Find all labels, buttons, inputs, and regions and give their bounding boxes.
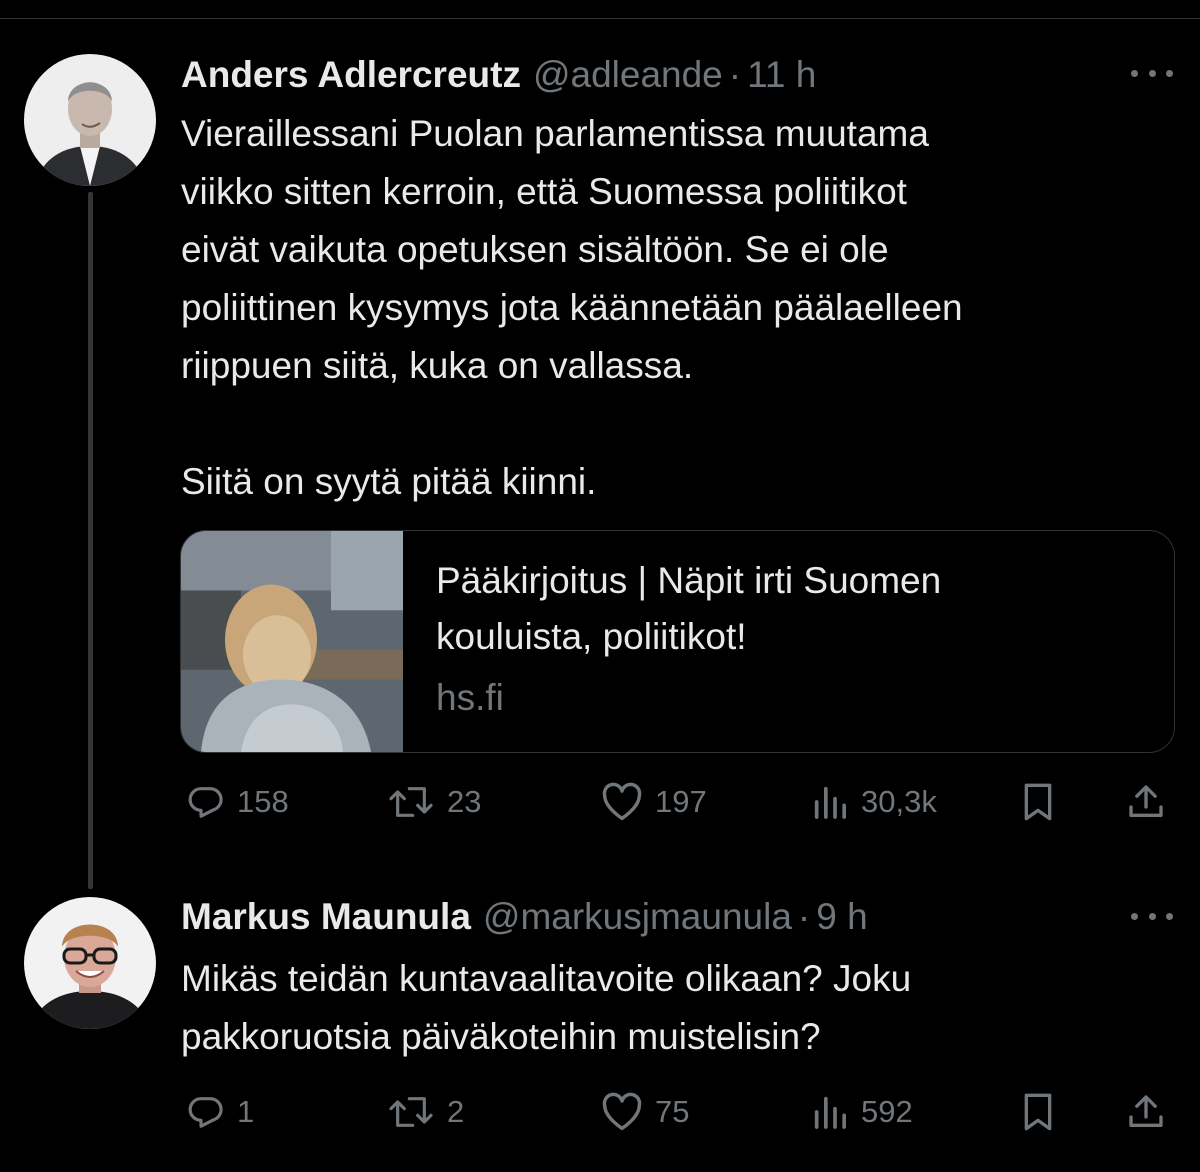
- like-count: 197: [655, 784, 707, 819]
- separator-dot: ·: [728, 54, 742, 95]
- reply-count: 158: [237, 784, 289, 819]
- views-count: 592: [861, 1094, 913, 1129]
- author-name[interactable]: Anders Adlercreutz: [181, 54, 521, 96]
- avatar[interactable]: [24, 54, 156, 186]
- tweet-text: Vieraillessani Puolan parlamentissa muut…: [181, 113, 963, 502]
- reply-icon: [188, 787, 223, 818]
- tweet-header: Anders Adlercreutz @adleande · 11 h: [181, 53, 816, 97]
- share-icon: [1129, 785, 1163, 817]
- bookmark-button[interactable]: [1020, 1082, 1056, 1142]
- avatar[interactable]: [24, 897, 156, 1029]
- timestamp[interactable]: 9 h: [816, 896, 867, 938]
- card-title: Pääkirjoitus | Näpit irti Suomen kouluis…: [436, 560, 942, 657]
- reply-button[interactable]: 1: [186, 1082, 254, 1142]
- reply-button[interactable]: 158: [186, 772, 289, 832]
- link-card[interactable]: Pääkirjoitus | Näpit irti Suomen kouluis…: [180, 530, 1175, 753]
- bookmark-icon: [1024, 783, 1052, 821]
- share-button[interactable]: [1126, 1082, 1166, 1142]
- heart-icon: [602, 782, 642, 821]
- views-button[interactable]: 30,3k: [810, 772, 937, 832]
- repost-icon: [389, 787, 433, 817]
- tweet-header: Markus Maunula @markusjmaunula · 9 h: [181, 895, 868, 939]
- repost-button[interactable]: 23: [386, 772, 481, 832]
- more-icon[interactable]: [1131, 906, 1173, 926]
- heart-icon: [602, 1092, 642, 1131]
- author-name[interactable]: Markus Maunula: [181, 896, 471, 938]
- bookmark-icon: [1024, 1093, 1052, 1131]
- author-handle[interactable]: @adleande: [533, 54, 723, 96]
- tweet-actions: 1 2 75 592: [0, 1082, 1200, 1142]
- repost-count: 23: [447, 784, 482, 819]
- share-button[interactable]: [1126, 772, 1166, 832]
- bookmark-button[interactable]: [1020, 772, 1056, 832]
- like-button[interactable]: 75: [600, 1082, 689, 1142]
- more-icon[interactable]: [1131, 63, 1173, 83]
- repost-count: 2: [447, 1094, 465, 1129]
- repost-button[interactable]: 2: [386, 1082, 464, 1142]
- tweet-actions: 158 23 197 30,3k: [0, 772, 1200, 832]
- top-divider: [0, 18, 1200, 19]
- card-image: [181, 531, 403, 752]
- author-handle[interactable]: @markusjmaunula: [483, 896, 792, 938]
- tweet-text: Mikäs teidän kuntavaalitavoite olikaan? …: [181, 958, 912, 1057]
- share-icon: [1129, 1095, 1163, 1127]
- views-button[interactable]: 592: [810, 1082, 913, 1142]
- like-button[interactable]: 197: [600, 772, 707, 832]
- card-domain: hs.fi: [436, 677, 504, 718]
- separator-dot: ·: [797, 896, 811, 937]
- reply-icon: [188, 1097, 223, 1128]
- like-count: 75: [655, 1094, 690, 1129]
- views-count: 30,3k: [861, 784, 937, 819]
- repost-icon: [389, 1097, 433, 1127]
- timestamp[interactable]: 11 h: [747, 54, 816, 96]
- views-icon: [814, 1096, 846, 1129]
- reply-count: 1: [237, 1094, 255, 1129]
- views-icon: [814, 786, 846, 819]
